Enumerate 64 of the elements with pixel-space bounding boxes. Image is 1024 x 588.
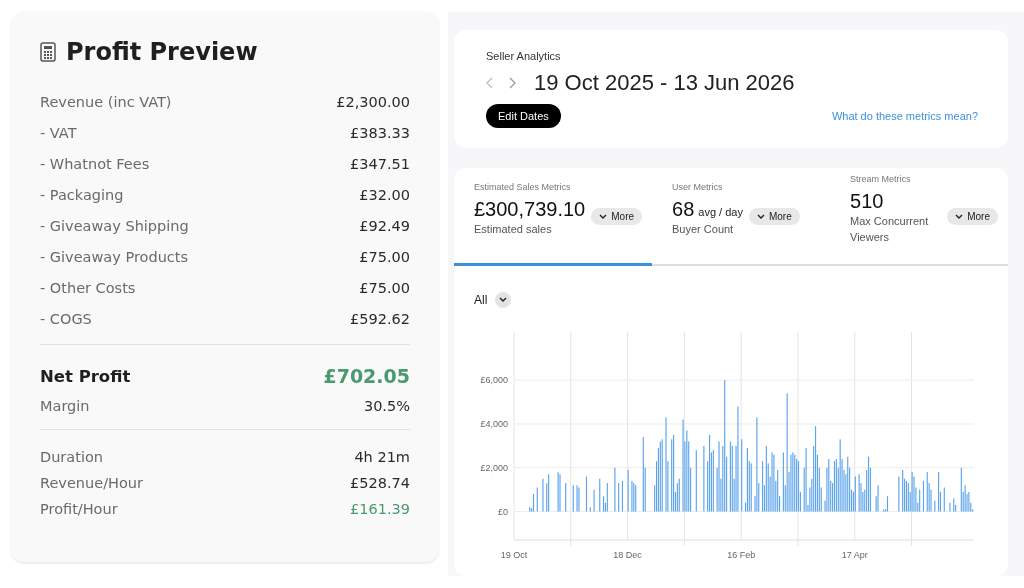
metric-value: 68 bbox=[672, 198, 695, 221]
y-axis-label: £6,000 bbox=[480, 375, 508, 386]
x-axis-label: 18 Dec bbox=[613, 550, 642, 560]
date-range: 19 Oct 2025 - 13 Jun 2026 bbox=[534, 70, 795, 96]
row-label: - Giveaway Products bbox=[40, 248, 189, 265]
x-axis-label: 19 Oct bbox=[500, 550, 528, 560]
chevron-left-icon[interactable] bbox=[486, 77, 494, 89]
metric-tab[interactable]: Stream Metrics 510 Max Concurrent Viewers More bbox=[830, 168, 1008, 266]
metric-heading: Stream Metrics bbox=[850, 174, 912, 184]
row-value: 30.5% bbox=[363, 398, 410, 414]
calculator-icon bbox=[40, 42, 56, 62]
chevron-down-icon bbox=[499, 297, 508, 303]
help-link[interactable]: What do these metrics mean? bbox=[831, 110, 978, 122]
row-label: - Packaging bbox=[40, 186, 124, 203]
row-value: £92.49 bbox=[359, 217, 410, 234]
chevron-down-icon bbox=[756, 213, 765, 220]
filter-dropdown[interactable] bbox=[495, 292, 512, 308]
row-label: - COGS bbox=[40, 310, 92, 327]
row-value: £347.51 bbox=[350, 155, 410, 172]
row-label: Net Profit bbox=[40, 366, 131, 386]
more-button[interactable]: More bbox=[748, 208, 800, 225]
row-label: Profit/Hour bbox=[40, 501, 118, 517]
row-label: - Giveaway Shipping bbox=[40, 217, 189, 234]
row-label: Revenue (inc VAT) bbox=[40, 93, 172, 110]
metric-tab[interactable]: User Metrics 68 avg / day Buyer Count More bbox=[652, 168, 830, 266]
row-value: £75.00 bbox=[359, 279, 410, 296]
more-button[interactable]: More bbox=[591, 208, 643, 225]
metric-label: Buyer Count bbox=[672, 222, 735, 237]
row-label: - Other Costs bbox=[40, 279, 136, 296]
row-value: £2,300.00 bbox=[336, 93, 410, 110]
filter-label: All bbox=[474, 293, 488, 307]
metric-label: Estimated sales bbox=[474, 222, 553, 237]
row-value: £32.00 bbox=[359, 186, 410, 203]
metric-unit: avg / day bbox=[698, 206, 743, 218]
row-value: £161.39 bbox=[350, 501, 410, 517]
y-axis-label: £0 bbox=[498, 506, 508, 517]
chevron-down-icon bbox=[599, 213, 608, 220]
metric-label: Max Concurrent Viewers bbox=[850, 214, 930, 245]
row-value: £383.33 bbox=[350, 124, 410, 141]
y-axis-label: £2,000 bbox=[480, 462, 508, 473]
edit-dates-button[interactable]: Edit Dates bbox=[486, 104, 561, 128]
metric-value: 510 bbox=[850, 190, 884, 213]
x-axis-label: 17 Apr bbox=[841, 550, 868, 560]
row-label: Duration bbox=[40, 449, 103, 465]
metric-value: £300,739.10 bbox=[474, 198, 586, 221]
row-value: £75.00 bbox=[359, 248, 410, 265]
chevron-down-icon bbox=[955, 213, 964, 220]
chevron-right-icon[interactable] bbox=[508, 77, 516, 89]
metric-heading: User Metrics bbox=[672, 182, 724, 192]
row-label: - Whatnot Fees bbox=[40, 155, 150, 172]
row-label: Margin bbox=[40, 398, 90, 414]
row-label: Revenue/Hour bbox=[40, 475, 143, 491]
card-title: Profit Preview bbox=[66, 38, 258, 66]
more-button[interactable]: More bbox=[947, 208, 998, 225]
row-value: £592.62 bbox=[350, 310, 410, 327]
row-label: - VAT bbox=[40, 124, 77, 141]
section-title: Seller Analytics bbox=[486, 50, 562, 62]
metric-heading: Estimated Sales Metrics bbox=[474, 182, 572, 192]
row-value: 4h 21m bbox=[354, 449, 410, 465]
y-axis-label: £4,000 bbox=[480, 418, 508, 429]
x-axis-label: 16 Feb bbox=[727, 550, 756, 560]
row-value: £702.05 bbox=[323, 365, 410, 387]
metric-tab[interactable]: Estimated Sales Metrics £300,739.10 Estimated sales More bbox=[454, 168, 653, 266]
row-value: £528.74 bbox=[350, 475, 410, 491]
